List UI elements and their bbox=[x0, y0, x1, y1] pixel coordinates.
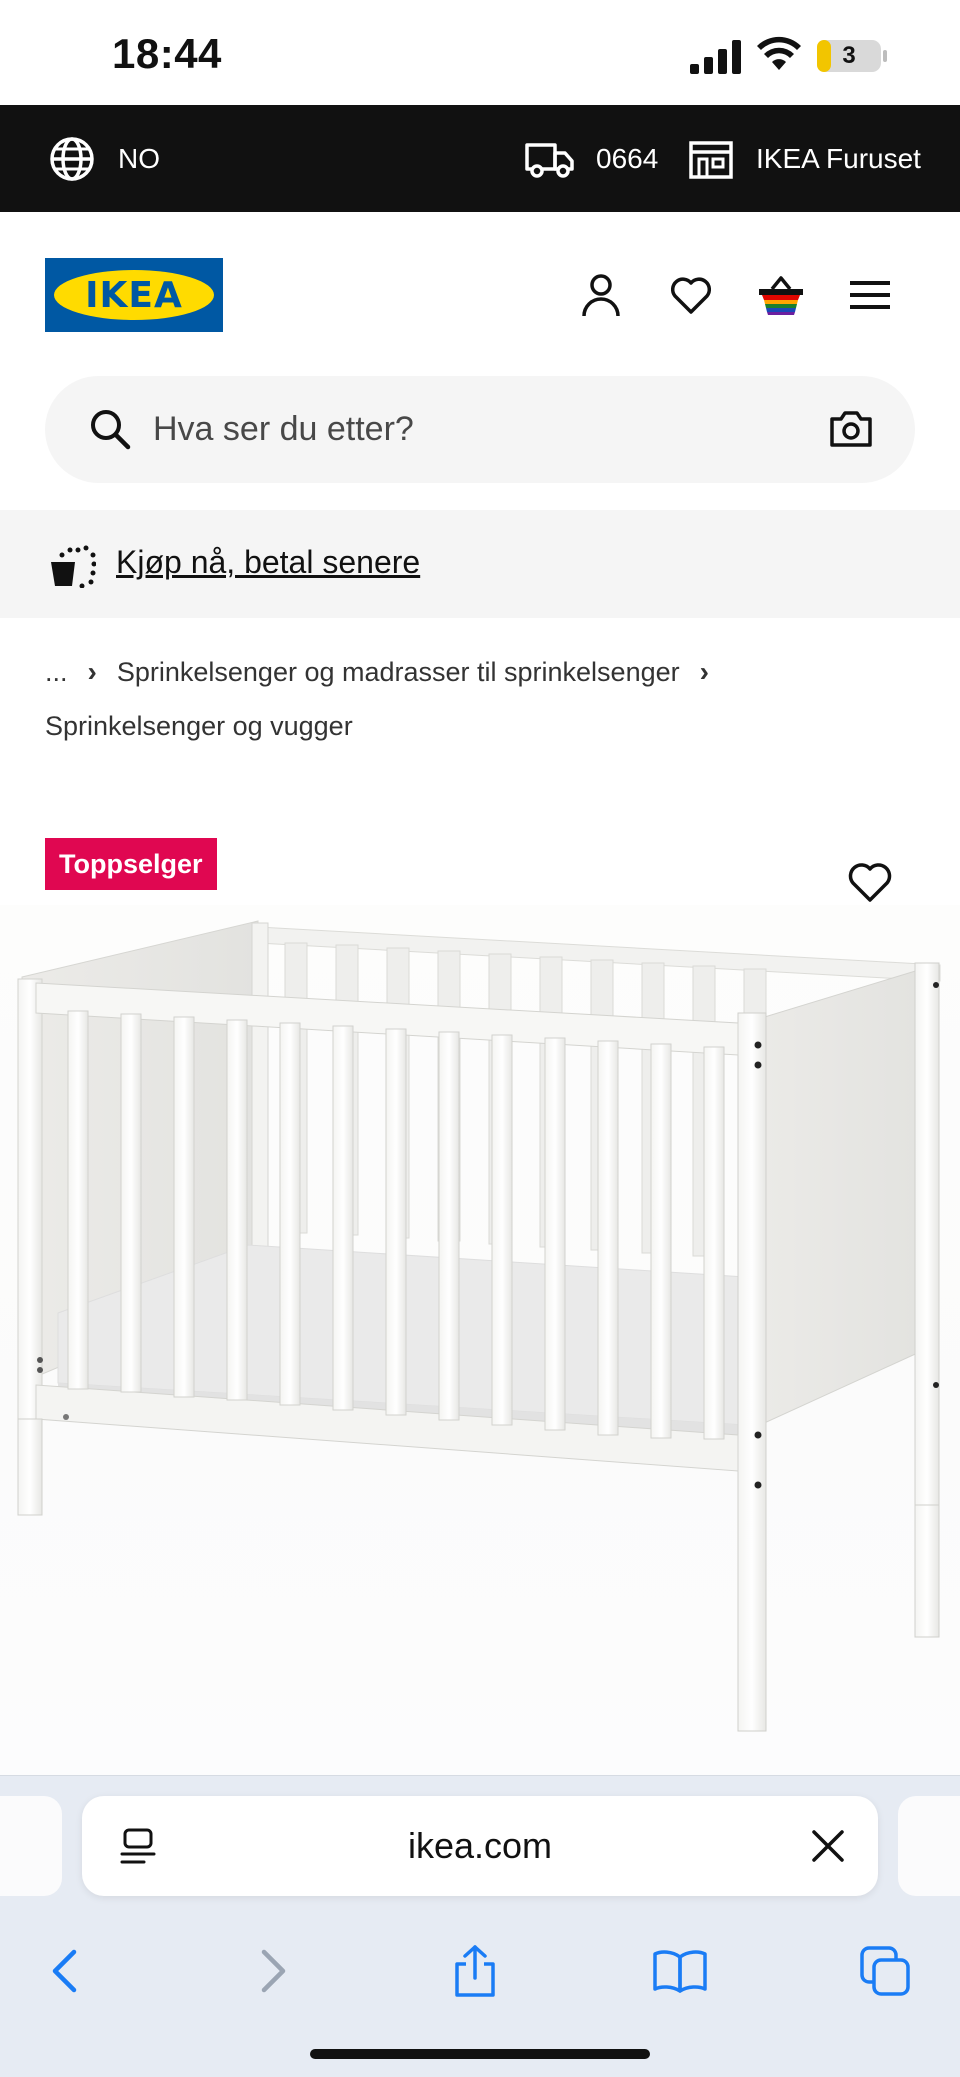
breadcrumb-ellipsis[interactable]: ... bbox=[45, 645, 68, 699]
breadcrumb: ... › Sprinkelsenger og madrasser til sp… bbox=[45, 645, 925, 753]
basket-icon bbox=[759, 276, 803, 315]
site-header: IKEA bbox=[0, 212, 960, 377]
wifi-icon bbox=[757, 36, 801, 70]
next-tab-preview[interactable] bbox=[898, 1796, 960, 1896]
menu-button[interactable] bbox=[845, 270, 895, 320]
status-bar: 18:44 3 bbox=[0, 0, 960, 105]
page-menu-icon[interactable] bbox=[118, 1826, 158, 1868]
language-selector[interactable]: NO bbox=[48, 105, 160, 212]
hamburger-menu-icon bbox=[850, 281, 890, 309]
previous-tab-preview[interactable] bbox=[0, 1796, 62, 1896]
back-button[interactable] bbox=[34, 1941, 94, 2001]
top-seller-badge: Toppselger bbox=[45, 838, 217, 890]
search-bar[interactable]: Hva ser du etter? bbox=[45, 376, 915, 483]
cellular-signal-icon bbox=[690, 40, 741, 74]
chevron-right-icon: › bbox=[87, 656, 97, 687]
bookmarks-button[interactable] bbox=[650, 1941, 710, 2001]
promo-link[interactable]: Kjøp nå, betal senere bbox=[116, 540, 420, 584]
buy-now-pay-later-icon bbox=[51, 545, 96, 588]
share-icon bbox=[455, 1945, 495, 1997]
heart-icon bbox=[670, 277, 712, 314]
logo-text: IKEA bbox=[85, 274, 183, 316]
tabs-button[interactable] bbox=[855, 1941, 915, 2001]
user-icon bbox=[582, 274, 620, 317]
browser-nav-toolbar bbox=[0, 1921, 960, 2021]
ikea-logo[interactable]: IKEA bbox=[45, 258, 223, 332]
top-info-strip: NO 0664 IKEA Furuset bbox=[0, 105, 960, 212]
address-bar[interactable]: ikea.com bbox=[82, 1796, 878, 1896]
search-icon bbox=[91, 410, 131, 450]
browser-toolbar: ikea.com bbox=[0, 1775, 960, 2077]
crib-illustration bbox=[17, 920, 941, 1732]
delivery-postal-code[interactable]: 0664 bbox=[524, 105, 658, 212]
truck-icon bbox=[525, 142, 574, 178]
basket-button[interactable] bbox=[756, 270, 806, 320]
favorite-heart-icon[interactable] bbox=[846, 860, 894, 904]
status-time: 18:44 bbox=[112, 30, 222, 77]
chevron-right-icon bbox=[261, 1949, 286, 1993]
account-button[interactable] bbox=[576, 270, 626, 320]
forward-button[interactable] bbox=[244, 1941, 304, 2001]
breadcrumb-item[interactable]: Sprinkelsenger og madrasser til sprinkel… bbox=[117, 645, 680, 699]
chevron-right-icon: › bbox=[699, 656, 709, 687]
camera-icon[interactable] bbox=[828, 406, 874, 452]
search-input[interactable]: Hva ser du etter? bbox=[153, 406, 414, 452]
chevron-left-icon bbox=[52, 1949, 77, 1993]
breadcrumb-item[interactable]: Sprinkelsenger og vugger bbox=[45, 699, 353, 753]
share-button[interactable] bbox=[445, 1941, 505, 2001]
home-indicator[interactable] bbox=[310, 2049, 650, 2059]
close-icon[interactable] bbox=[810, 1828, 846, 1864]
book-icon bbox=[653, 1950, 707, 1993]
store-icon bbox=[689, 140, 733, 179]
battery-icon: 3 bbox=[816, 38, 888, 74]
url-text[interactable]: ikea.com bbox=[82, 1796, 878, 1896]
product-image[interactable] bbox=[0, 905, 960, 1775]
logo-oval: IKEA bbox=[54, 270, 214, 320]
battery-level: 3 bbox=[842, 42, 856, 69]
tabs-icon bbox=[860, 1946, 910, 1996]
store-selector[interactable]: IKEA Furuset bbox=[688, 105, 921, 212]
wishlist-button[interactable] bbox=[666, 270, 716, 320]
promo-banner: Kjøp nå, betal senere bbox=[0, 510, 960, 618]
store-label: IKEA Furuset bbox=[756, 142, 921, 174]
globe-icon bbox=[50, 136, 94, 181]
postal-code-label: 0664 bbox=[596, 142, 659, 174]
locale-label: NO bbox=[118, 142, 160, 174]
